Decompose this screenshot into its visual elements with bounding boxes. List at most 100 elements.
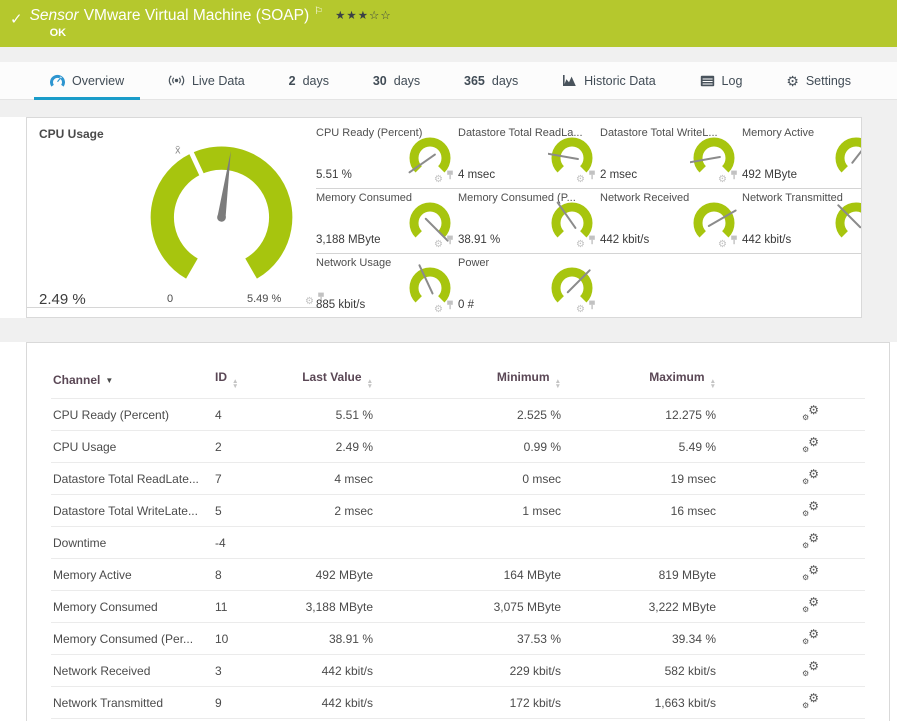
star-outline-icon[interactable]: ☆ (380, 10, 391, 22)
gauges-panel: CPU Usage x̄ 2.49 % 0 5.49 % ⚙ CPU Ready… (26, 117, 862, 318)
cell-min: 2.525 % (373, 398, 561, 431)
gear-icon: ⚙ (808, 434, 819, 449)
gauge-network-usage: Network Usage 885 kbit/s ⚙ (316, 254, 458, 317)
gauge-value: 492 MByte (742, 169, 797, 181)
table-row-network-transmitted: Network Transmitted 9 442 kbit/s 172 kbit/s… (51, 686, 865, 719)
tab-2-days[interactable]: 2 days (283, 62, 335, 99)
cell-channel: Network Transmitted (51, 686, 213, 719)
tab-number: 30 (372, 73, 387, 88)
flag-icon[interactable]: ⚐ (314, 6, 323, 17)
pin-icon[interactable] (588, 167, 596, 185)
gear-icon: ⚙ (808, 530, 819, 545)
cell-max: 5.49 % (561, 430, 716, 463)
channels-table: Channel ▼ ID ▲ ▼ Last Value ▲ ▼ Minimum ▲ ▼ Maximum… (51, 363, 865, 721)
pin-icon[interactable] (446, 232, 454, 250)
gear-icon: ⚙ (808, 498, 819, 513)
star-filled-icon[interactable]: ★ (346, 10, 357, 22)
column-label: Channel (53, 372, 101, 387)
column-header-actions (716, 363, 865, 399)
tab-settings[interactable]: ⚙ Settings (780, 62, 857, 99)
sort-icon: ▲ ▼ (366, 378, 373, 390)
title-block: Sensor VMware Virtual Machine (SOAP) ⚐ ★… (29, 6, 392, 39)
gear-icon: ⚙ (808, 690, 819, 705)
cell-last (295, 526, 373, 559)
gauge-scale-min: 0 (167, 293, 174, 305)
gear-icon[interactable]: ⚙ (434, 175, 443, 185)
tab-365-days[interactable]: 365 days (458, 62, 524, 99)
tab-historic-data[interactable]: Historic Data (556, 62, 662, 99)
tab-log[interactable]: Log (694, 62, 749, 99)
table-header-row: Channel ▼ ID ▲ ▼ Last Value ▲ ▼ Minimum ▲ ▼ Maximum… (51, 363, 865, 399)
column-label: Maximum (649, 370, 705, 384)
column-header-id[interactable]: ID ▲ ▼ (213, 363, 295, 399)
pin-icon[interactable] (730, 232, 738, 250)
gauge-mini-actions: ⚙ (434, 297, 454, 315)
column-header-minimum[interactable]: Minimum ▲ ▼ (373, 363, 561, 399)
star-filled-icon[interactable]: ★ (335, 10, 346, 22)
gauge-memory-consumed: Memory Consumed 3,188 MByte ⚙ (316, 189, 458, 254)
object-kind-label: Sensor (29, 7, 79, 24)
divider-band (0, 100, 897, 117)
tab-number: 365 (464, 73, 485, 88)
cell-divider (27, 307, 319, 308)
gauge-value: 38.91 % (458, 234, 501, 246)
channel-settings-gears-icon[interactable]: ⚙ ⚙ (802, 628, 819, 646)
pin-icon[interactable] (730, 167, 738, 185)
cell-min: 172 kbit/s (373, 686, 561, 719)
priority-stars[interactable]: ★★★☆☆ (335, 8, 392, 22)
star-filled-icon[interactable]: ★ (358, 10, 369, 22)
gear-icon: ⚙ (808, 594, 819, 609)
cell-channel: CPU Ready (Percent) (51, 398, 213, 431)
gauge-title: Network Usage (316, 257, 392, 269)
channel-settings-gears-icon[interactable]: ⚙ ⚙ (802, 564, 819, 582)
channel-settings-gears-icon[interactable]: ⚙ ⚙ (802, 690, 819, 710)
channel-settings-gears-icon[interactable]: ⚙ ⚙ (802, 434, 819, 454)
gear-icon[interactable]: ⚙ (434, 240, 443, 250)
tab-label: days (491, 73, 519, 88)
star-outline-icon[interactable]: ☆ (369, 10, 380, 22)
cell-last: 5.51 % (295, 398, 373, 431)
channel-settings-gears-icon[interactable]: ⚙ ⚙ (802, 498, 819, 518)
gear-icon[interactable]: ⚙ (305, 297, 314, 307)
table-row-network-received: Network Received 3 442 kbit/s 229 kbit/s 582… (51, 654, 865, 687)
pin-icon[interactable] (588, 297, 596, 315)
gear-icon[interactable]: ⚙ (434, 305, 443, 315)
gear-icon[interactable]: ⚙ (576, 240, 585, 250)
gear-icon[interactable]: ⚙ (718, 175, 727, 185)
tab-label: Log (721, 73, 743, 88)
gauge-value: 5.51 % (316, 169, 352, 181)
gear-icon: ⚙ (802, 444, 810, 454)
gauge-title: Memory Consumed (316, 192, 412, 204)
gear-icon[interactable]: ⚙ (718, 240, 727, 250)
cell-channel: Network Received (51, 654, 213, 687)
channel-settings-gears-icon[interactable]: ⚙ ⚙ (802, 660, 819, 678)
gear-icon: ⚙ (786, 72, 799, 89)
cell-actions: ⚙⚙ (716, 462, 865, 495)
gauge-network-received: Network Received 442 kbit/s ⚙ (600, 189, 742, 254)
table-row-datastore-total-readlate: Datastore Total ReadLate... 7 4 msec 0 msec… (51, 462, 865, 495)
gear-icon: ⚙ (808, 402, 819, 417)
pin-icon[interactable] (446, 167, 454, 185)
channel-settings-gears-icon[interactable]: ⚙ ⚙ (802, 402, 819, 422)
cell-max (561, 526, 716, 559)
channels-panel: Channel ▼ ID ▲ ▼ Last Value ▲ ▼ Minimum ▲ ▼ Maximum… (26, 342, 890, 721)
cell-channel: Memory Consumed (Per... (51, 622, 213, 655)
pin-icon[interactable] (446, 297, 454, 315)
cell-last: 3,188 MByte (295, 590, 373, 623)
column-header-last-value[interactable]: Last Value ▲ ▼ (295, 363, 373, 399)
tab-overview[interactable]: Overview (33, 62, 141, 100)
column-header-maximum[interactable]: Maximum ▲ ▼ (561, 363, 716, 399)
cell-max: 12.275 % (561, 398, 716, 431)
channel-settings-gears-icon[interactable]: ⚙ ⚙ (802, 468, 819, 486)
channel-settings-gears-icon[interactable]: ⚙ ⚙ (802, 530, 819, 550)
pin-icon[interactable] (588, 232, 596, 250)
gear-icon[interactable]: ⚙ (576, 305, 585, 315)
tab-30-days[interactable]: 30 days (367, 62, 426, 99)
primary-gauge-title: CPU Usage (39, 127, 104, 141)
gear-icon[interactable]: ⚙ (576, 175, 585, 185)
cpu-usage-gauge: x̄ (150, 144, 293, 279)
channel-settings-gears-icon[interactable]: ⚙ ⚙ (802, 594, 819, 614)
tab-live-data[interactable]: Live Data (162, 62, 251, 99)
cell-actions: ⚙⚙ (716, 622, 865, 655)
column-header-channel[interactable]: Channel ▼ (51, 363, 213, 399)
